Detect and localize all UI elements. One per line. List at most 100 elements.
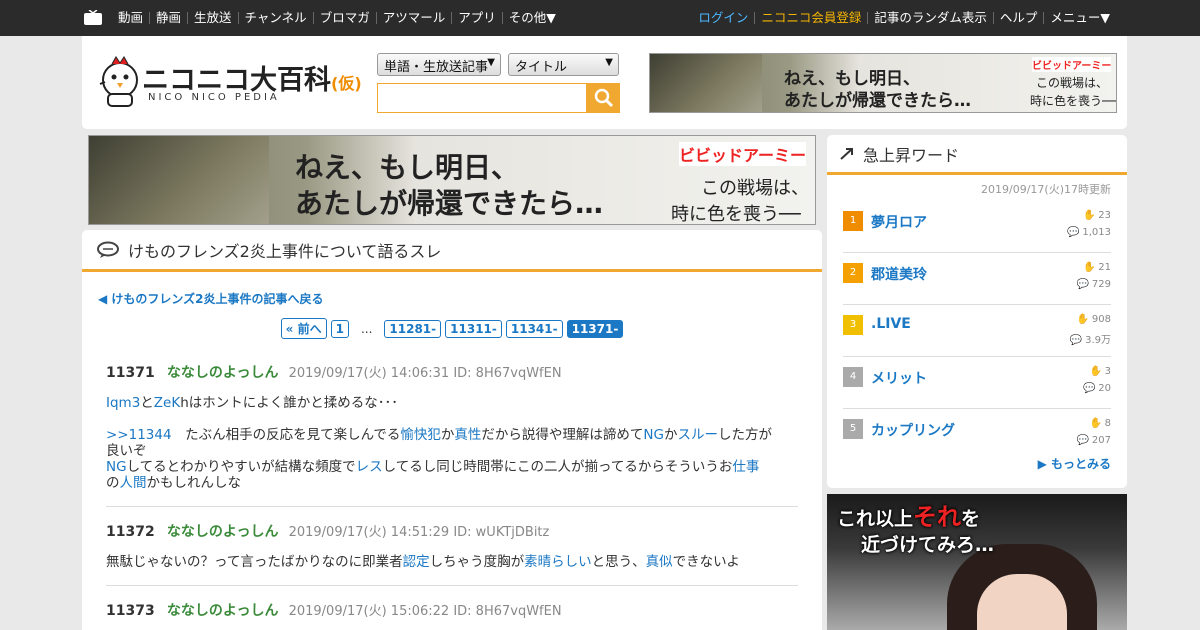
post-text: だから説得や理解は諦めて bbox=[481, 427, 644, 443]
trending-updated-time: 2019/09/17(火)17時更新 bbox=[981, 183, 1111, 196]
article-link[interactable]: Iqm3 bbox=[106, 395, 140, 411]
rank-count-a: 21 bbox=[1098, 262, 1111, 273]
post-text: しちゃう度胸が bbox=[429, 554, 525, 570]
trending-word-link[interactable]: メリット bbox=[871, 368, 927, 388]
article-link[interactable]: 真性 bbox=[454, 427, 481, 443]
nav-channel[interactable]: チャンネル bbox=[237, 11, 313, 24]
page-11281-button[interactable]: 11281- bbox=[384, 319, 442, 338]
dropdown-arrow-icon: ▼ bbox=[605, 57, 613, 68]
trending-word-link[interactable]: カップリング bbox=[871, 420, 955, 440]
header-ad-banner[interactable]: ねえ、もし明日、 あたしが帰還できたら… ビビッドアーミー この戦場は、 時に色… bbox=[649, 53, 1117, 113]
rank-badge: 3 bbox=[843, 315, 863, 335]
post-meta: 2019/09/17(火) 14:06:31 ID: 8H67vqWfEN bbox=[288, 366, 562, 381]
nav-video[interactable]: 動画 bbox=[112, 11, 149, 24]
post-text: かもしれんしな bbox=[146, 475, 242, 491]
trending-item[interactable]: 5 カップリング ✋ 8 💬 207 bbox=[843, 409, 1111, 461]
rank-badge: 5 bbox=[843, 419, 863, 439]
ad-brand-logo: ビビッドアーミー bbox=[1032, 57, 1112, 72]
article-link[interactable]: 素晴らしい bbox=[524, 554, 592, 570]
article-link[interactable]: 認定 bbox=[403, 554, 430, 570]
pagination: « 前へ 1 ... 11281- 11311- 11341- 11371- bbox=[82, 318, 822, 339]
nav-blomaga[interactable]: ブロマガ bbox=[312, 11, 376, 24]
search-field-select[interactable]: タイトル ▼ bbox=[508, 53, 619, 76]
search-button[interactable] bbox=[587, 83, 620, 113]
sidebar-ad-banner[interactable]: これ以上それを 近づけてみろ… bbox=[827, 494, 1127, 630]
nav-other-menu[interactable]: その他▼ bbox=[501, 11, 562, 24]
ad-tagline2: 時に色を喪う── bbox=[671, 204, 801, 225]
page-1-button[interactable]: 1 bbox=[330, 319, 349, 338]
niconico-tv-icon[interactable] bbox=[84, 10, 102, 25]
rank-count-b: 20 bbox=[1098, 383, 1111, 394]
menu-dropdown[interactable]: メニュー▼ bbox=[1043, 11, 1116, 24]
dropdown-arrow-icon: ▼ bbox=[487, 57, 495, 68]
post-line: Iqm3とZeKhはホントによく誰かと揉めるな･･･ bbox=[106, 395, 798, 411]
article-link[interactable]: 仕事 bbox=[732, 459, 759, 475]
trending-word-link[interactable]: 郡道美玲 bbox=[871, 264, 927, 284]
prev-page-button[interactable]: « 前へ bbox=[280, 318, 327, 339]
post-number[interactable]: 11372 bbox=[106, 524, 155, 540]
search-scope-select[interactable]: 単語・生放送記事 ▼ bbox=[377, 53, 501, 76]
post-text: してるし同じ時間帯にこの二人が揃ってるからそういうお bbox=[382, 459, 733, 475]
nav-seiga[interactable]: 静画 bbox=[149, 11, 187, 24]
rank-count-a: 8 bbox=[1104, 418, 1111, 429]
page-11311-button[interactable]: 11311- bbox=[445, 319, 502, 338]
post-number[interactable]: 11373 bbox=[106, 603, 155, 619]
trending-word-link[interactable]: .LIVE bbox=[871, 316, 911, 332]
ad-line2: あたしが帰還できたら… bbox=[784, 91, 971, 111]
post-number[interactable]: 11371 bbox=[106, 365, 155, 381]
nav-app[interactable]: アプリ bbox=[451, 11, 502, 24]
article-link[interactable]: NG bbox=[643, 427, 664, 443]
nav-live[interactable]: 生放送 bbox=[187, 11, 238, 24]
article-link[interactable]: 真似 bbox=[646, 554, 673, 570]
ad-copy-highlight: それ bbox=[913, 503, 962, 531]
main-ad-banner[interactable]: ねえ、もし明日、 あたしが帰還できたら… ビビッドアーミー この戦場は、 時に色… bbox=[88, 135, 816, 225]
post-header: 11371 ななしのよっしん 2019/09/17(火) 14:06:31 ID… bbox=[106, 362, 798, 382]
post-header: 11372 ななしのよっしん 2019/09/17(火) 14:51:29 ID… bbox=[106, 521, 798, 541]
article-link[interactable]: ZeK bbox=[154, 395, 180, 411]
rank-stat-hands: ✋ 3 bbox=[1089, 366, 1111, 377]
article-link[interactable]: スルー bbox=[677, 427, 718, 443]
post-line: NGしてるとわかりやすいが結構な頻度でレスしてるし同じ時間帯にこの二人が揃ってる… bbox=[106, 459, 798, 475]
post-line-blank bbox=[106, 411, 798, 427]
login-link[interactable]: ログイン bbox=[692, 11, 754, 24]
current-page-button[interactable]: 11371- bbox=[566, 319, 624, 338]
trending-item[interactable]: 2 郡道美玲 ✋ 21 💬 729 bbox=[843, 253, 1111, 305]
trending-item[interactable]: 4 メリット ✋ 3 💬 20 bbox=[843, 357, 1111, 409]
post-text: たぶん相手の反応を見て楽しんでる bbox=[171, 427, 401, 443]
article-link[interactable]: レス bbox=[356, 459, 383, 475]
search-input[interactable] bbox=[377, 83, 587, 113]
rank-badge: 4 bbox=[843, 367, 863, 387]
post-text: と bbox=[140, 395, 154, 411]
post-body: Iqm3とZeKhはホントによく誰かと揉めるな･･･ >>11344 たぶん相手… bbox=[106, 395, 798, 491]
post: 11373 ななしのよっしん 2019/09/17(火) 15:06:22 ID… bbox=[106, 600, 798, 620]
trending-item[interactable]: 1 夢月ロア ✋ 23 💬 1,013 bbox=[843, 201, 1111, 253]
rank-stat-comments: 💬 20 bbox=[1083, 383, 1111, 394]
ad-tagline1: この戦場は、 bbox=[1036, 76, 1109, 90]
ad-character-image bbox=[89, 136, 269, 224]
article-link[interactable]: 人間 bbox=[120, 475, 147, 491]
rank-stat-comments: 💬 729 bbox=[1077, 279, 1111, 290]
trending-word-link[interactable]: 夢月ロア bbox=[871, 212, 927, 232]
comment-icon: 💬 bbox=[1069, 335, 1083, 346]
rank-count-b: 207 bbox=[1091, 435, 1111, 446]
page-11341-button[interactable]: 11341- bbox=[505, 319, 563, 338]
rank-count-b: 1,013 bbox=[1082, 227, 1111, 238]
rank-badge: 1 bbox=[843, 211, 863, 231]
post-author: ななしのよっしん bbox=[166, 603, 279, 619]
post-line: 無駄じゃないの？って言ったばかりなのに即業者認定しちゃう度胸が素晴らしいと思う、… bbox=[106, 554, 798, 570]
post-text: hはホントによく誰かと揉めるな･･･ bbox=[180, 395, 399, 411]
random-article-link[interactable]: 記事のランダム表示 bbox=[867, 11, 993, 24]
help-link[interactable]: ヘルプ bbox=[992, 11, 1044, 24]
nav-atsumaru[interactable]: アツマール bbox=[375, 11, 452, 24]
logo-subtitle: NICO NICO PEDIA bbox=[148, 92, 280, 103]
register-link[interactable]: ニコニコ会員登録 bbox=[754, 11, 867, 24]
article-link[interactable]: 愉快犯 bbox=[400, 427, 441, 443]
rank-count-a: 3 bbox=[1104, 366, 1111, 377]
article-link[interactable]: NG bbox=[106, 459, 127, 475]
site-logo[interactable]: ニコニコ大百科(仮) NICO NICO PEDIA bbox=[98, 56, 362, 112]
see-more-link[interactable]: ▶ もっとみる bbox=[1038, 455, 1111, 472]
post-text: 無駄じゃないの？って言ったばかりなのに即業者 bbox=[106, 554, 403, 570]
reply-anchor-link[interactable]: >>11344 bbox=[106, 427, 172, 443]
back-to-article-link[interactable]: ◀ けものフレンズ2炎上事件の記事へ戻る bbox=[98, 290, 324, 307]
trending-item[interactable]: 3 .LIVE ✋ 908 💬 3.9万 bbox=[843, 305, 1111, 357]
